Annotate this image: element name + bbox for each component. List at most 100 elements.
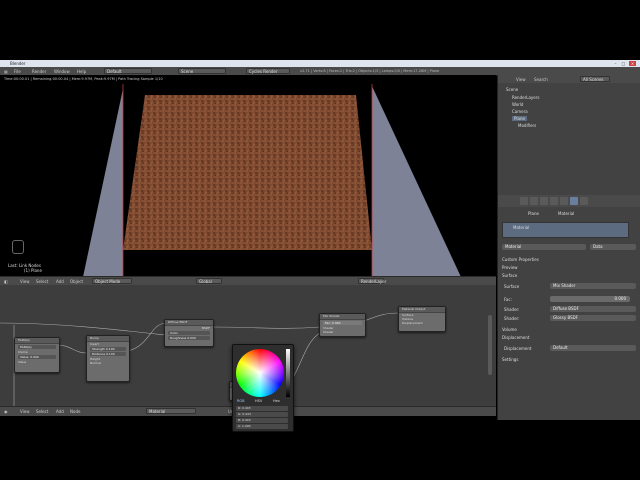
settings-panel[interactable]: Settings (502, 357, 518, 362)
outliner-item[interactable]: Plane (512, 116, 527, 121)
node-diffuse-bsdf[interactable]: Diffuse BSDF BSDF Color Roughness 0.000 (164, 319, 214, 347)
ne-menu-add[interactable]: Add (56, 409, 64, 414)
picker-tab-hsv[interactable]: HSV (255, 399, 262, 403)
color-wheel[interactable] (236, 349, 284, 397)
shader2-label: Shader: (504, 316, 520, 321)
surface-dropdown[interactable]: Mix Shader (550, 283, 636, 289)
context-plane[interactable]: Plane (528, 211, 539, 216)
node-material-output[interactable]: Material Output Surface Volume Displacem… (398, 306, 446, 332)
menu-file[interactable]: File (14, 69, 21, 74)
menu-window[interactable]: Window (54, 69, 70, 74)
fac-value[interactable]: 0.000 (550, 296, 630, 302)
ne-menu-view[interactable]: View (20, 409, 30, 414)
outliner-search-menu[interactable]: Search (534, 77, 548, 82)
displacement-dropdown[interactable]: Default (550, 345, 636, 351)
picker-g[interactable]: G: 0.443 (236, 412, 288, 417)
material-name-field[interactable]: Material (502, 244, 586, 250)
custom-props-panel[interactable]: Custom Properties (502, 257, 539, 262)
node-editor-scrollbar[interactable] (488, 315, 492, 375)
outliner-item[interactable]: Modifiers (518, 123, 536, 128)
render-status: Time:00:00.01 | Remaining:00:00.04 | Mem… (4, 77, 163, 81)
3d-viewport[interactable]: Time:00:00.01 | Remaining:00:00.04 | Mem… (0, 75, 496, 277)
vp-menu-add[interactable]: Add (56, 279, 64, 284)
menu-help[interactable]: Help (77, 69, 86, 74)
volume-panel[interactable]: Volume (502, 327, 517, 332)
shader2-dropdown[interactable]: Glossy BSDF (550, 315, 636, 321)
minimize-icon[interactable]: – (612, 61, 619, 66)
node-field[interactable]: Color (168, 331, 210, 335)
outliner-item[interactable]: Camera (512, 109, 528, 114)
info-editor-icon[interactable]: ▦ (4, 69, 8, 74)
node-field: Invert (90, 342, 99, 346)
title-bar: Blender – □ × (0, 60, 640, 67)
material-tab-icon[interactable] (570, 197, 578, 205)
picker-b[interactable]: B: 0.443 (236, 418, 288, 423)
window-title: Blender (10, 61, 26, 66)
node-field[interactable]: Roughness 0.000 (168, 336, 210, 340)
value-slider[interactable] (286, 349, 290, 397)
picker-r[interactable]: R: 0.443 (236, 406, 288, 411)
node-field[interactable]: Distance 0.100 (90, 352, 126, 356)
outliner-item[interactable]: RenderLayers (512, 95, 539, 100)
surface-label: Surface (504, 284, 520, 289)
node-mix-shader[interactable]: Mix Shader Fac: 0.360 Shader Shader (319, 313, 366, 337)
vp-menu-object[interactable]: Object (70, 279, 83, 284)
shader1-dropdown[interactable]: Diffuse BSDF (550, 306, 636, 312)
ne-menu-select[interactable]: Select (36, 409, 48, 414)
hand-navigate-icon[interactable] (12, 240, 24, 254)
preview-panel[interactable]: Preview (502, 265, 518, 270)
menu-render[interactable]: Render (32, 69, 46, 74)
node-bump[interactable]: Bump Invert Strength 0.100 Distance 0.10… (86, 335, 130, 382)
node-field: Clamp (18, 350, 28, 354)
outliner: View Search All Scenes Scene RenderLayer… (497, 75, 640, 195)
world-tab-icon[interactable] (540, 197, 548, 205)
node-field[interactable]: Strength 0.100 (90, 347, 126, 351)
scene-stats: v2.71 | Verts:8 | Faces:1 | Tris:2 | Obj… (300, 69, 440, 73)
node-editor-type-icon[interactable]: ◉ (4, 409, 8, 414)
vp-menu-view[interactable]: View (20, 279, 30, 284)
node-field: Shader (323, 330, 334, 334)
scene-dropdown[interactable]: Scene (178, 68, 226, 74)
ne-menu-node[interactable]: Node (70, 409, 80, 414)
material-datablock[interactable]: Material (146, 408, 196, 414)
material-slot-list[interactable]: Material (502, 222, 629, 238)
fac-label: Fac: (504, 297, 512, 302)
screen-layout-dropdown[interactable]: Default (104, 68, 152, 74)
viewport-editor-icon[interactable]: ◧ (4, 279, 8, 284)
render-tab-icon[interactable] (520, 197, 528, 205)
texture-tab-icon[interactable] (580, 197, 588, 205)
outliner-filter-dropdown[interactable]: All Scenes (580, 76, 610, 82)
outliner-item[interactable]: Scene (506, 87, 518, 92)
rendered-plane (83, 84, 461, 277)
picker-a[interactable]: A: 1.000 (236, 424, 288, 429)
displacement-label: Displacement (504, 346, 532, 351)
context-material[interactable]: Material (558, 211, 574, 216)
node-title: Mix Shader (320, 314, 365, 320)
data-dropdown[interactable]: Data (590, 244, 636, 250)
modifier-tab-icon[interactable] (560, 197, 568, 205)
vp-menu-select[interactable]: Select (36, 279, 48, 284)
node-field[interactable]: Multiply (18, 345, 56, 349)
properties-editor: Plane Material Material Material Data Cu… (497, 195, 640, 420)
picker-tab-rgb[interactable]: RGB (237, 399, 245, 403)
pivot-dropdown[interactable]: Global (196, 278, 222, 284)
node-math-multiply[interactable]: Multiply Multiply Clamp Value: 0.000 Val… (14, 337, 60, 373)
picker-tab-hex[interactable]: Hex (273, 399, 280, 403)
outliner-view-menu[interactable]: View (516, 77, 526, 82)
node-field[interactable]: Value: 0.000 (18, 355, 56, 359)
color-picker-popup[interactable]: RGB HSV Hex R: 0.443 G: 0.443 B: 0.443 A… (232, 344, 294, 432)
surface-panel[interactable]: Surface (502, 273, 517, 278)
mode-dropdown[interactable]: Object Mode (92, 278, 132, 284)
scene-tab-icon[interactable] (530, 197, 538, 205)
textured-plane (123, 95, 372, 250)
displacement-panel[interactable]: Displacement (502, 335, 530, 340)
material-slot[interactable]: Material (513, 225, 529, 230)
object-tab-icon[interactable] (550, 197, 558, 205)
close-icon[interactable]: × (629, 61, 636, 66)
render-layer-dropdown[interactable]: RenderLayer (358, 278, 386, 284)
maximize-icon[interactable]: □ (620, 61, 627, 66)
properties-tabs (498, 195, 640, 207)
node-field[interactable]: Fac: 0.360 (323, 321, 362, 325)
render-engine-dropdown[interactable]: Cycles Render (246, 68, 290, 74)
outliner-item[interactable]: World (512, 102, 523, 107)
